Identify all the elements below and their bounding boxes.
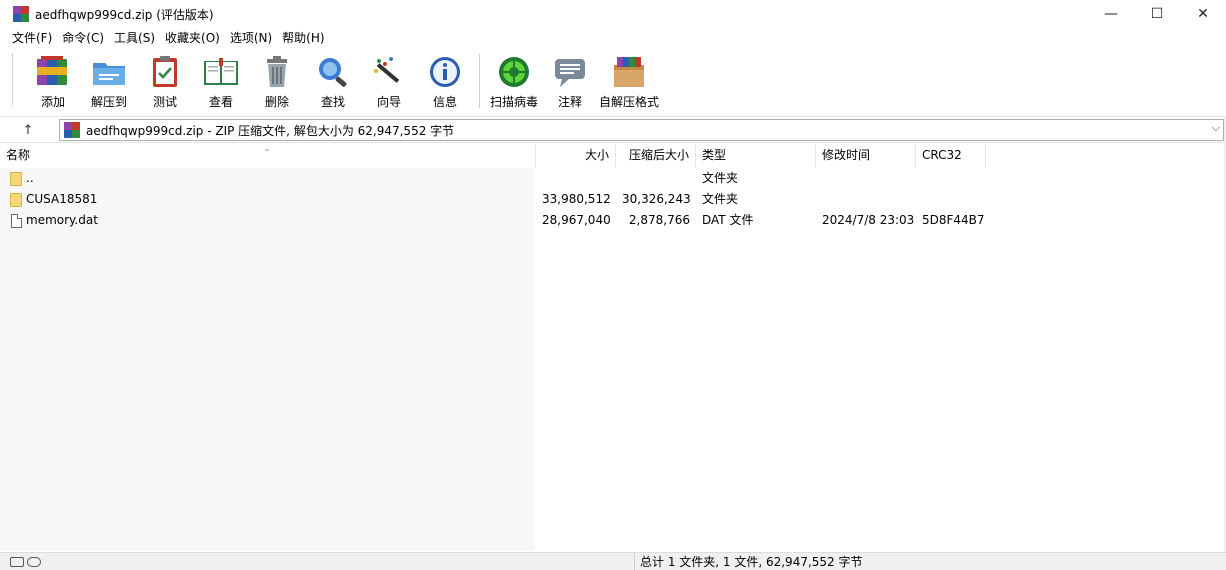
info-button[interactable]: 信息 <box>417 54 473 112</box>
winrar-app-icon <box>13 6 29 22</box>
sfx-label: 自解压格式 <box>598 95 659 109</box>
item-name: CUSA18581 <box>26 192 98 206</box>
column-name-label: 名称 <box>6 148 31 162</box>
window-title: aedfhqwp999cd.zip (评估版本) <box>35 7 214 22</box>
test-label: 测试 <box>152 95 177 109</box>
column-type[interactable]: 类型 <box>696 144 816 168</box>
folder-icon <box>10 192 22 207</box>
cell-packed <box>616 168 696 189</box>
chevron-down-icon[interactable]: ⌵ <box>1212 121 1220 135</box>
folder-icon <box>10 171 22 186</box>
menu-favorites[interactable]: 收藏夹(O) <box>160 28 225 48</box>
status-summary: 总计 1 文件夹, 1 文件, 62,947,552 字节 <box>640 555 863 569</box>
magnifier-icon <box>314 54 352 90</box>
menu-file[interactable]: 文件(F) <box>7 28 57 48</box>
magic-wand-icon <box>370 54 408 90</box>
delete-button[interactable]: 删除 <box>249 54 305 112</box>
zip-archive-icon <box>64 122 80 138</box>
view-label: 查看 <box>208 95 233 109</box>
file-icon <box>11 213 22 228</box>
file-list-header: 名称 ⌄ 大小 压缩后大小 类型 修改时间 CRC32 <box>0 144 1226 168</box>
minimize-button[interactable]: — <box>1088 0 1134 28</box>
test-button[interactable]: 测试 <box>137 54 193 112</box>
menu-tools[interactable]: 工具(S) <box>109 28 160 48</box>
menu-bar: 文件(F) 命令(C) 工具(S) 收藏夹(O) 选项(N) 帮助(H) <box>0 28 1226 48</box>
cell-modified <box>816 168 916 189</box>
wizard-label: 向导 <box>376 95 401 109</box>
column-modified[interactable]: 修改时间 <box>816 144 916 168</box>
window-controls: — ☐ ✕ <box>1088 0 1226 28</box>
comment-label: 注释 <box>557 95 582 109</box>
cell-crc <box>916 189 986 210</box>
status-bar: 总计 1 文件夹, 1 文件, 62,947,552 字节 <box>0 552 1226 570</box>
maximize-button[interactable]: ☐ <box>1134 0 1180 28</box>
status-icons <box>10 555 41 567</box>
drive-icon[interactable] <box>10 557 24 567</box>
extract-to-button[interactable]: 解压到 <box>81 54 137 112</box>
sfx-button[interactable]: 自解压格式 <box>598 54 660 112</box>
column-crc32[interactable]: CRC32 <box>916 144 986 168</box>
cell-size <box>536 168 616 189</box>
column-name[interactable]: 名称 ⌄ <box>0 144 536 168</box>
path-text: aedfhqwp999cd.zip - ZIP 压缩文件, 解包大小为 62,9… <box>86 123 455 138</box>
extract-to-label: 解压到 <box>90 95 127 109</box>
up-arrow-icon[interactable]: ↑ <box>10 120 46 140</box>
item-name: .. <box>26 171 34 185</box>
cell-packed: 2,878,766 <box>628 213 690 227</box>
find-label: 查找 <box>320 95 345 109</box>
status-separator <box>634 553 635 570</box>
scan-virus-label: 扫描病毒 <box>489 95 538 109</box>
cell-type: 文件夹 <box>702 171 739 185</box>
cell-type: DAT 文件 <box>702 213 754 227</box>
sort-chevron-icon: ⌄ <box>263 144 271 154</box>
cell-name: .. <box>0 168 536 189</box>
test-clipboard-icon <box>146 54 184 90</box>
sfx-box-icon <box>610 54 648 90</box>
title-bar: aedfhqwp999cd.zip (评估版本) — ☐ ✕ <box>0 0 1226 28</box>
delete-label: 删除 <box>264 95 289 109</box>
cell-size: 33,980,512 <box>542 192 611 206</box>
find-button[interactable]: 查找 <box>305 54 361 112</box>
key-icon[interactable] <box>27 557 41 567</box>
menu-help[interactable]: 帮助(H) <box>277 28 329 48</box>
column-size[interactable]: 大小 <box>536 144 616 168</box>
toolbar-grip <box>12 54 15 106</box>
cell-crc <box>916 168 986 189</box>
cell-packed: 30,326,243 <box>622 192 691 206</box>
virus-scan-icon <box>495 54 533 90</box>
cell-type: 文件夹 <box>702 192 739 206</box>
cell-name: CUSA18581 <box>0 189 536 210</box>
close-button[interactable]: ✕ <box>1180 0 1226 28</box>
info-label: 信息 <box>432 95 457 109</box>
wizard-button[interactable]: 向导 <box>361 54 417 112</box>
comment-icon <box>551 54 589 90</box>
cell-name: memory.dat <box>0 210 536 231</box>
add-label: 添加 <box>40 95 65 109</box>
comment-button[interactable]: 注释 <box>542 54 598 112</box>
file-list: .. 文件夹 CUSA18581 33,980,512 30,326,243 文… <box>0 168 1226 551</box>
trash-icon <box>258 54 296 90</box>
cell-crc: 5D8F44B7 <box>922 213 985 227</box>
list-item-file[interactable]: memory.dat 28,967,040 2,878,766 DAT 文件 2… <box>0 210 1226 231</box>
list-item-parent[interactable]: .. 文件夹 <box>0 168 1226 189</box>
toolbar: 添加 解压到 测试 查看 删除 查找 向导 信息 扫描病毒 注释 自解压格式 <box>0 48 1226 114</box>
add-archive-icon <box>34 54 72 90</box>
list-item-folder[interactable]: CUSA18581 33,980,512 30,326,243 文件夹 <box>0 189 1226 210</box>
info-icon <box>426 54 464 90</box>
scan-virus-button[interactable]: 扫描病毒 <box>486 54 542 112</box>
item-name: memory.dat <box>26 213 98 227</box>
menu-commands[interactable]: 命令(C) <box>57 28 109 48</box>
add-button[interactable]: 添加 <box>25 54 81 112</box>
extract-folder-icon <box>90 54 128 90</box>
cell-size: 28,967,040 <box>542 213 611 227</box>
address-bar: ↑ aedfhqwp999cd.zip - ZIP 压缩文件, 解包大小为 62… <box>0 116 1226 143</box>
menu-options[interactable]: 选项(N) <box>225 28 277 48</box>
cell-modified: 2024/7/8 23:03 <box>822 213 915 227</box>
view-button[interactable]: 查看 <box>193 54 249 112</box>
cell-modified <box>816 189 916 210</box>
column-packed-size[interactable]: 压缩后大小 <box>616 144 696 168</box>
view-book-icon <box>202 54 240 90</box>
path-field[interactable]: aedfhqwp999cd.zip - ZIP 压缩文件, 解包大小为 62,9… <box>59 119 1224 141</box>
toolbar-separator <box>479 54 480 108</box>
